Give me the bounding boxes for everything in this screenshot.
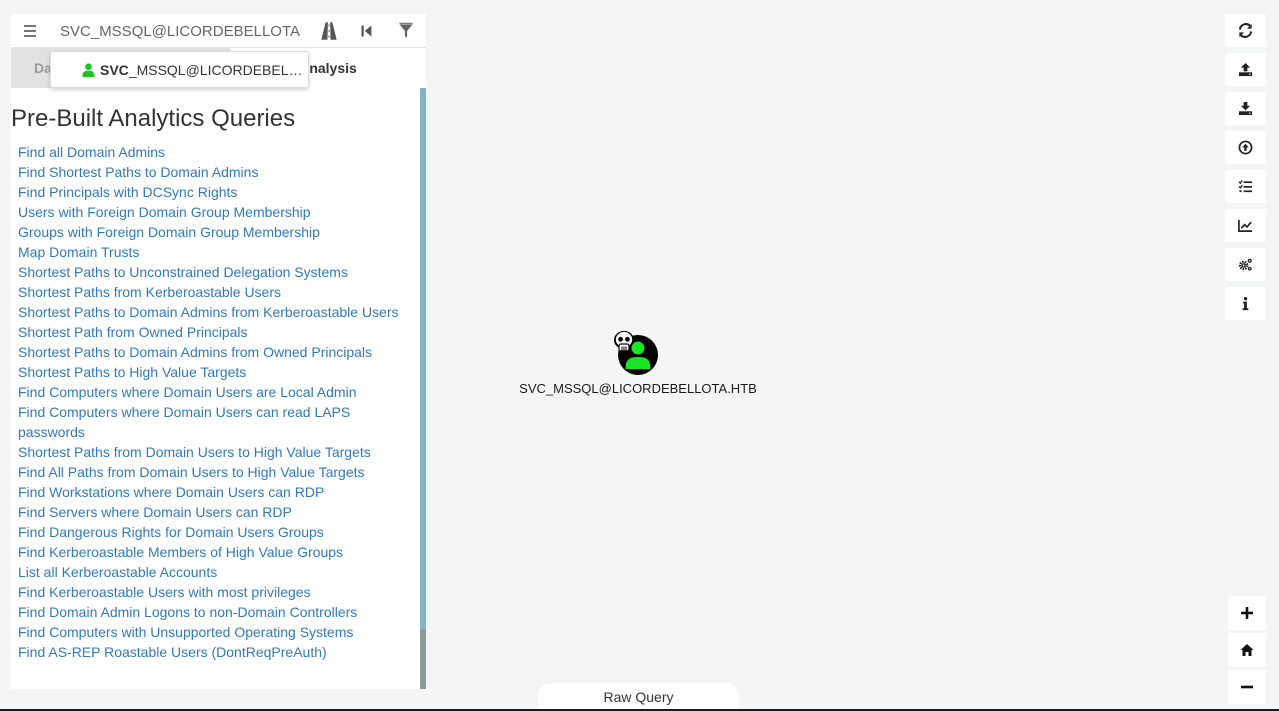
queue-list-icon bbox=[1238, 180, 1253, 193]
import-graph-button[interactable] bbox=[1225, 92, 1266, 125]
export-graph-button[interactable] bbox=[1225, 53, 1266, 86]
reset-view-button[interactable] bbox=[1228, 633, 1266, 667]
filter-icon[interactable] bbox=[395, 20, 417, 42]
analysis-heading: Pre-Built Analytics Queries bbox=[11, 105, 296, 132]
query-link[interactable]: Find Computers with Unsupported Operatin… bbox=[18, 622, 414, 642]
stats-chart-icon bbox=[1238, 219, 1253, 232]
query-list: Find all Domain Admins Find Shortest Path… bbox=[11, 142, 420, 662]
zoom-in-icon bbox=[1241, 607, 1253, 619]
suggestion-match: SVC bbox=[100, 61, 129, 78]
zoom-out-button[interactable] bbox=[1228, 670, 1266, 704]
query-link[interactable]: Shortest Paths to High Value Targets bbox=[18, 362, 414, 382]
query-link[interactable]: Find Principals with DCSync Rights bbox=[18, 182, 414, 202]
refresh-icon bbox=[1238, 23, 1253, 38]
query-link[interactable]: Shortest Paths to Domain Admins from Ker… bbox=[18, 302, 414, 322]
upload-data-button[interactable] bbox=[1225, 131, 1266, 164]
query-link[interactable]: Find Domain Admin Logons to non-Domain C… bbox=[18, 602, 414, 622]
zoom-out-icon bbox=[1241, 685, 1253, 689]
database-info-button[interactable] bbox=[1225, 209, 1266, 242]
import-icon bbox=[1238, 101, 1253, 116]
about-button[interactable] bbox=[1225, 287, 1266, 320]
suggestion-rest: _MSSQL@LICORDEBELLOTA.HTB bbox=[128, 61, 308, 78]
query-link[interactable]: Find Computers where Domain Users can re… bbox=[18, 402, 414, 442]
query-link[interactable]: Shortest Paths to Unconstrained Delegati… bbox=[18, 262, 414, 282]
back-icon[interactable] bbox=[356, 20, 378, 42]
scrollbar-track[interactable] bbox=[420, 88, 426, 689]
hamburger-menu-icon[interactable] bbox=[22, 22, 38, 40]
query-link[interactable]: Find all Domain Admins bbox=[18, 142, 414, 162]
query-link[interactable]: Find Servers where Domain Users can RDP bbox=[18, 502, 414, 522]
query-link[interactable]: Shortest Paths from Kerberoastable Users bbox=[18, 282, 414, 302]
query-link[interactable]: Find Computers where Domain Users are Lo… bbox=[18, 382, 414, 402]
scrollbar-thumb[interactable] bbox=[420, 629, 426, 689]
query-link[interactable]: List all Kerberoastable Accounts bbox=[18, 562, 414, 582]
settings-cogs-icon bbox=[1238, 258, 1252, 271]
query-link[interactable]: Find Kerberoastable Members of High Valu… bbox=[18, 542, 414, 562]
query-link[interactable]: Shortest Paths from Domain Users to High… bbox=[18, 442, 414, 462]
query-link[interactable]: Groups with Foreign Domain Group Members… bbox=[18, 222, 414, 242]
query-link[interactable]: Find Kerberoastable Users with most priv… bbox=[18, 582, 414, 602]
user-icon bbox=[82, 62, 95, 77]
query-link[interactable]: Find Shortest Paths to Domain Admins bbox=[18, 162, 414, 182]
upload-icon bbox=[1238, 140, 1253, 155]
query-link[interactable]: Users with Foreign Domain Group Membersh… bbox=[18, 202, 414, 222]
analysis-content: Pre-Built Analytics Queries Find all Dom… bbox=[11, 88, 420, 689]
graph-node-user[interactable] bbox=[612, 330, 660, 376]
pathfinding-road-icon[interactable] bbox=[318, 20, 340, 42]
refresh-button[interactable] bbox=[1225, 14, 1266, 47]
query-link[interactable]: Map Domain Trusts bbox=[18, 242, 414, 262]
zoom-in-button[interactable] bbox=[1228, 596, 1266, 630]
search-suggestion[interactable]: SVC_MSSQL@LICORDEBELLOTA.HTB bbox=[50, 51, 309, 88]
home-icon bbox=[1240, 644, 1254, 656]
search-bar bbox=[11, 14, 426, 48]
search-panel: Da Analysis Pre-Built Analytics Queries … bbox=[11, 14, 426, 689]
search-input[interactable] bbox=[60, 19, 300, 43]
query-link[interactable]: Shortest Path from Owned Principals bbox=[18, 322, 414, 342]
settings-button[interactable] bbox=[1225, 248, 1266, 281]
info-icon bbox=[1242, 296, 1249, 311]
query-link[interactable]: Find Dangerous Rights for Domain Users G… bbox=[18, 522, 414, 542]
query-link[interactable]: Find All Paths from Domain Users to High… bbox=[18, 462, 414, 482]
export-icon bbox=[1238, 62, 1253, 77]
node-label: SVC_MSSQL@LICORDEBELLOTA.HTB bbox=[519, 381, 757, 396]
query-link[interactable]: Shortest Paths to Domain Admins from Own… bbox=[18, 342, 414, 362]
query-link[interactable]: Find AS-REP Roastable Users (DontReqPreA… bbox=[18, 642, 414, 662]
raw-query-button[interactable]: Raw Query bbox=[538, 683, 739, 711]
query-link[interactable]: Find Workstations where Domain Users can… bbox=[18, 482, 414, 502]
queue-list-button[interactable] bbox=[1225, 170, 1266, 203]
